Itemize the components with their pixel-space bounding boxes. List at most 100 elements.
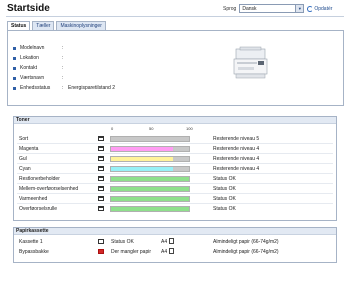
toner-level-bar [110, 146, 190, 152]
toner-status: Resterende niveau 4 [213, 146, 260, 152]
header-controls: Sprog Dansk ▼ Opdatér [223, 4, 332, 13]
toner-label: Restlonerbeholder [19, 176, 60, 182]
transfer-roller-icon [98, 206, 104, 211]
paper-tray-status: Der mangler papir [111, 249, 152, 255]
info-label: Enhedsstatus [20, 85, 51, 91]
transfer-unit-icon [98, 186, 104, 191]
toner-level-fill [111, 187, 189, 191]
info-row-device-status: Enhedsstatus : Energisparetilstand 2 [13, 83, 115, 93]
toner-row-cyan: Cyan Resterende niveau 4 [14, 164, 336, 174]
bullet-icon [13, 56, 16, 60]
toner-label: Sort [19, 136, 29, 142]
toner-status: Status OK [213, 176, 236, 182]
paper-tray-icon [98, 239, 104, 244]
paper-row-bypass: Bypassbakke Der mangler papir A4 Alminde… [14, 247, 336, 257]
toner-status: Status OK [213, 186, 236, 192]
bullet-icon [13, 86, 16, 90]
bullet-icon [13, 66, 16, 70]
toner-level-fill [111, 177, 189, 181]
refresh-label: Opdatér [314, 5, 333, 12]
scale-label-0: 0 [111, 126, 114, 131]
toner-label: Magenta [19, 146, 39, 152]
info-row-hostname: Værtsnavn : [13, 73, 115, 83]
paper-document-icon [169, 248, 174, 254]
paper-tray-error-icon [98, 249, 104, 254]
toner-scale: 0 50 100 [111, 126, 193, 131]
toner-row-transfer-unit: Mellem-overføorselsenhed Status OK [14, 184, 336, 194]
toner-level-bar [110, 176, 190, 182]
toner-status: Resterende niveau 4 [213, 156, 260, 162]
toner-cartridge-icon [98, 136, 104, 141]
tab-bar: Status Tæller Maskinoplysninger [7, 21, 106, 30]
toner-level-fill [111, 137, 174, 141]
device-info-list: Modelnavn : Lokation : Kontakt : Værtsna… [13, 43, 115, 93]
toner-status: Status OK [213, 206, 236, 212]
toner-level-bar [110, 196, 190, 202]
fuser-unit-icon [98, 196, 104, 201]
info-label: Kontakt [20, 65, 37, 71]
toner-row-fuser: Varmeenhed Status OK [14, 194, 336, 204]
scale-label-50: 50 [149, 126, 154, 131]
page-title: Startside [7, 3, 50, 14]
info-colon: : [62, 55, 64, 61]
info-row-contact: Kontakt : [13, 63, 115, 73]
refresh-button[interactable]: Opdatér [307, 5, 333, 12]
toner-level-bar [110, 166, 190, 172]
toner-level-fill [111, 157, 174, 161]
info-colon: : [62, 45, 64, 51]
toner-level-fill [111, 197, 189, 201]
toner-level-bar [110, 156, 190, 162]
language-select[interactable]: Dansk ▼ [239, 4, 305, 13]
toner-level-fill [111, 167, 174, 171]
paper-rows: Kassette 1 Status OK A4 Almindeligt papi… [14, 237, 336, 257]
toner-cartridge-icon [98, 146, 104, 151]
toner-level-bar [110, 186, 190, 192]
tab-status[interactable]: Status [7, 21, 31, 30]
toner-level-bar [110, 136, 190, 142]
paper-tray-label: Bypassbakke [19, 249, 49, 255]
printer-image [233, 46, 268, 79]
info-label: Lokation [20, 55, 39, 61]
toner-label: Mellem-overføorselsenhed [19, 186, 79, 192]
chevron-down-icon[interactable]: ▼ [295, 5, 304, 12]
paper-tray-label: Kassette 1 [19, 239, 43, 245]
info-colon: : [62, 75, 64, 81]
tab-machine-info[interactable]: Maskinoplysninger [56, 21, 106, 30]
toner-row-transfer-roller: Overføorselsrulle Status OK [14, 204, 336, 214]
toner-label: Varmeenhed [19, 196, 48, 202]
toner-level-bar [110, 206, 190, 212]
toner-row-black: Sort Resterende niveau 5 [14, 134, 336, 144]
toner-row-yellow: Gul Resterende niveau 4 [14, 154, 336, 164]
toner-cartridge-icon [98, 166, 104, 171]
paper-type: Almindeligt papir (66-74g/m2) [213, 239, 279, 245]
toner-rows: Sort Resterende niveau 5 Magenta Restere… [14, 134, 336, 214]
toner-label: Gul [19, 156, 27, 162]
paper-size: A4 [161, 239, 168, 245]
toner-cartridge-icon [98, 156, 104, 161]
bullet-icon [13, 76, 16, 80]
toner-status: Status OK [213, 196, 236, 202]
toner-section: Toner 0 50 100 Sort Resterende niveau 5 … [13, 116, 337, 221]
toner-label: Cyan [19, 166, 31, 172]
toner-level-fill [111, 147, 174, 151]
toner-label: Overføorselsrulle [19, 206, 58, 212]
bullet-icon [13, 46, 16, 50]
paper-row-tray-1: Kassette 1 Status OK A4 Almindeligt papi… [14, 237, 336, 247]
info-label: Værtsnavn [20, 75, 45, 81]
info-value: Energisparetilstand 2 [68, 85, 115, 91]
paper-section-title: Papirkassette [14, 228, 336, 235]
title-divider [6, 16, 344, 17]
toner-row-magenta: Magenta Resterende niveau 4 [14, 144, 336, 154]
waste-container-icon [98, 176, 104, 181]
refresh-icon [307, 5, 314, 12]
toner-section-title: Toner [14, 117, 336, 124]
info-label: Modelnavn [20, 45, 45, 51]
toner-row-waste-container: Restlonerbeholder Status OK [14, 174, 336, 184]
paper-tray-status: Status OK [111, 239, 134, 245]
toner-level-fill [111, 207, 189, 211]
language-select-value: Dansk [242, 5, 257, 12]
paper-type: Almindeligt papir (66-74g/m2) [213, 249, 279, 255]
tab-counter[interactable]: Tæller [32, 21, 55, 30]
info-row-location: Lokation : [13, 53, 115, 63]
paper-document-icon [169, 238, 174, 244]
